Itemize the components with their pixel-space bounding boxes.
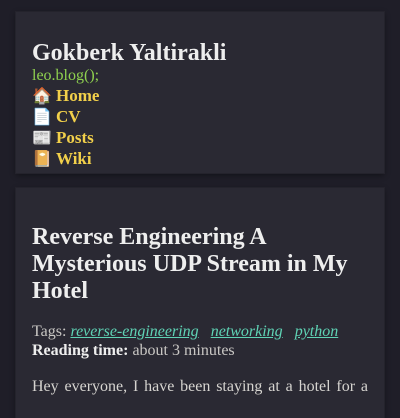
- notebook-icon: 📔: [32, 149, 52, 168]
- house-icon: 🏠: [32, 86, 52, 105]
- site-tagline: leo.blog();: [32, 67, 100, 84]
- reading-time: Reading time: about 3 minutes: [32, 341, 235, 361]
- nav-item-wiki[interactable]: 📔 Wiki: [32, 148, 99, 169]
- tag-link-python[interactable]: python: [295, 323, 339, 340]
- site-title[interactable]: Gokberk Yaltirakli: [32, 39, 226, 67]
- post-tags: Tags: reverse-engineering networking python: [32, 322, 346, 342]
- post-title: Reverse Engineering A Mysterious UDP Str…: [32, 224, 348, 304]
- post-article: Reverse Engineering A Mysterious UDP Str…: [16, 188, 384, 418]
- nav-item-posts[interactable]: 📰 Posts: [32, 127, 99, 148]
- reading-time-label: Reading time:: [32, 342, 129, 359]
- tag-link-reverse-engineering[interactable]: reverse-engineering: [70, 323, 198, 340]
- tag-link-networking[interactable]: networking: [211, 323, 283, 340]
- nav-link-wiki[interactable]: Wiki: [56, 149, 92, 168]
- document-icon: 📄: [32, 107, 52, 126]
- nav-link-cv[interactable]: CV: [56, 107, 81, 126]
- newspaper-icon: 📰: [32, 128, 52, 147]
- reading-time-value: about 3 minutes: [132, 342, 235, 359]
- post-body-paragraph: Hey everyone, I have been staying at a h…: [32, 378, 368, 395]
- nav-item-home[interactable]: 🏠 Home: [32, 85, 99, 106]
- nav-link-posts[interactable]: Posts: [56, 128, 94, 147]
- nav-link-home[interactable]: Home: [56, 86, 99, 105]
- main-nav: 🏠 Home 📄 CV 📰 Posts 📔 Wiki: [32, 85, 99, 169]
- site-header: Gokberk Yaltirakli leo.blog(); 🏠 Home 📄 CV…: [16, 12, 384, 173]
- tags-label: Tags:: [32, 323, 67, 340]
- nav-item-cv[interactable]: 📄 CV: [32, 106, 99, 127]
